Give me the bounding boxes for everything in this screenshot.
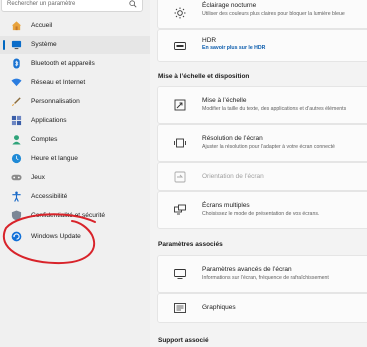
system-display-icon bbox=[11, 40, 22, 50]
multiple-displays-card[interactable]: Écrans multiples Choisissez le mode de p… bbox=[157, 191, 367, 229]
sidebar-item-heure-langue[interactable]: Heure et langue bbox=[0, 150, 150, 168]
home-icon bbox=[11, 21, 22, 31]
multiple-displays-icon bbox=[174, 204, 186, 215]
sidebar-item-personnalisation[interactable]: Personnalisation bbox=[0, 93, 150, 111]
resolution-subtitle: Ajuster la résolution pour l’adapter à v… bbox=[202, 144, 335, 150]
search-input[interactable]: Rechercher un paramètre bbox=[1, 0, 143, 12]
brush-icon bbox=[11, 97, 21, 107]
sidebar-item-confidentialite[interactable]: Confidentialité et sécurité bbox=[0, 207, 150, 225]
advanced-display-title: Paramètres avancés de l’écran bbox=[202, 266, 292, 273]
multiple-displays-subtitle: Choisissez le mode de présentation de vo… bbox=[202, 211, 320, 217]
orientation-icon bbox=[174, 171, 186, 183]
sidebar-item-comptes[interactable]: Comptes bbox=[0, 131, 150, 149]
sidebar-item-accueil[interactable]: Accueil bbox=[0, 17, 150, 35]
section-heading-support: Support associé bbox=[158, 337, 209, 344]
resolution-card[interactable]: Résolution de l’écran Ajuster la résolut… bbox=[157, 124, 367, 162]
advanced-display-subtitle: Informations sur l’écran, fréquence de r… bbox=[202, 275, 329, 281]
selection-indicator bbox=[3, 40, 5, 50]
graphics-icon bbox=[174, 303, 186, 313]
account-icon bbox=[12, 135, 21, 145]
hdr-card[interactable]: HDR En savoir plus sur le HDR bbox=[157, 29, 367, 62]
hdr-icon bbox=[174, 42, 186, 50]
orientation-title: Orientation de l’écran bbox=[202, 173, 264, 180]
graphics-card[interactable]: Graphiques bbox=[157, 293, 367, 323]
orientation-card: Orientation de l’écran bbox=[157, 162, 367, 191]
night-light-card[interactable]: Éclairage nocturne Utiliser des couleurs… bbox=[157, 0, 367, 29]
accessibility-icon bbox=[12, 191, 21, 202]
advanced-display-card[interactable]: Paramètres avancés de l’écran Informatio… bbox=[157, 255, 367, 293]
sidebar-item-label: Bluetooth et appareils bbox=[31, 60, 95, 67]
sidebar-item-label: Applications bbox=[31, 117, 67, 124]
sidebar-item-bluetooth[interactable]: Bluetooth et appareils bbox=[0, 55, 150, 73]
sidebar-item-label: Windows Update bbox=[31, 233, 81, 240]
sidebar-item-jeux[interactable]: Jeux bbox=[0, 169, 150, 187]
graphics-title: Graphiques bbox=[202, 304, 236, 311]
section-heading-related: Paramètres associés bbox=[158, 241, 223, 248]
sidebar-item-label: Système bbox=[31, 41, 57, 48]
sidebar-item-label: Personnalisation bbox=[31, 98, 80, 105]
search-placeholder: Rechercher un paramètre bbox=[7, 1, 76, 7]
scale-card[interactable]: Mise à l’échelle Modifier la taille du t… bbox=[157, 86, 367, 124]
scale-title: Mise à l’échelle bbox=[202, 97, 247, 104]
sidebar-item-label: Confidentialité et sécurité bbox=[31, 212, 106, 219]
sidebar-item-label: Jeux bbox=[31, 174, 45, 181]
sidebar-item-systeme[interactable]: Système bbox=[0, 36, 150, 54]
sidebar: Rechercher un paramètre Accueil Système … bbox=[0, 0, 150, 347]
globe-clock-icon bbox=[11, 153, 22, 164]
sidebar-item-label: Heure et langue bbox=[31, 155, 78, 162]
scale-subtitle: Modifier la taille du texte, des applica… bbox=[202, 106, 347, 112]
hdr-title: HDR bbox=[202, 37, 217, 44]
shield-icon bbox=[11, 210, 22, 221]
resolution-icon bbox=[174, 138, 186, 148]
resolution-title: Résolution de l’écran bbox=[202, 135, 263, 142]
gamepad-icon bbox=[11, 174, 22, 181]
hdr-learn-more-link[interactable]: En savoir plus sur le HDR bbox=[202, 45, 265, 51]
sidebar-item-accessibilite[interactable]: Accessibilité bbox=[0, 188, 150, 206]
sidebar-item-label: Accueil bbox=[31, 22, 53, 29]
night-light-title: Éclairage nocturne bbox=[202, 2, 257, 9]
sidebar-item-applications[interactable]: Applications bbox=[0, 112, 150, 130]
bluetooth-icon bbox=[13, 58, 20, 69]
night-light-subtitle: Utiliser des couleurs plus claires pour … bbox=[202, 11, 345, 17]
sidebar-item-label: Réseau et Internet bbox=[31, 79, 86, 86]
windows-update-icon bbox=[11, 231, 22, 242]
sidebar-item-label: Comptes bbox=[31, 136, 58, 143]
sun-icon bbox=[174, 7, 186, 19]
multiple-displays-title: Écrans multiples bbox=[202, 202, 250, 209]
monitor-icon bbox=[174, 269, 186, 279]
section-heading-scale: Mise à l’échelle et disposition bbox=[158, 73, 250, 80]
apps-icon bbox=[11, 115, 22, 126]
sidebar-item-label: Accessibilité bbox=[31, 193, 68, 200]
search-icon bbox=[129, 0, 137, 8]
wifi-icon bbox=[11, 78, 22, 87]
scale-icon bbox=[174, 99, 186, 111]
sidebar-item-windows-update[interactable]: Windows Update bbox=[0, 228, 150, 246]
main-content: Éclairage nocturne Utiliser des couleurs… bbox=[150, 0, 367, 347]
sidebar-item-reseau[interactable]: Réseau et Internet bbox=[0, 74, 150, 92]
